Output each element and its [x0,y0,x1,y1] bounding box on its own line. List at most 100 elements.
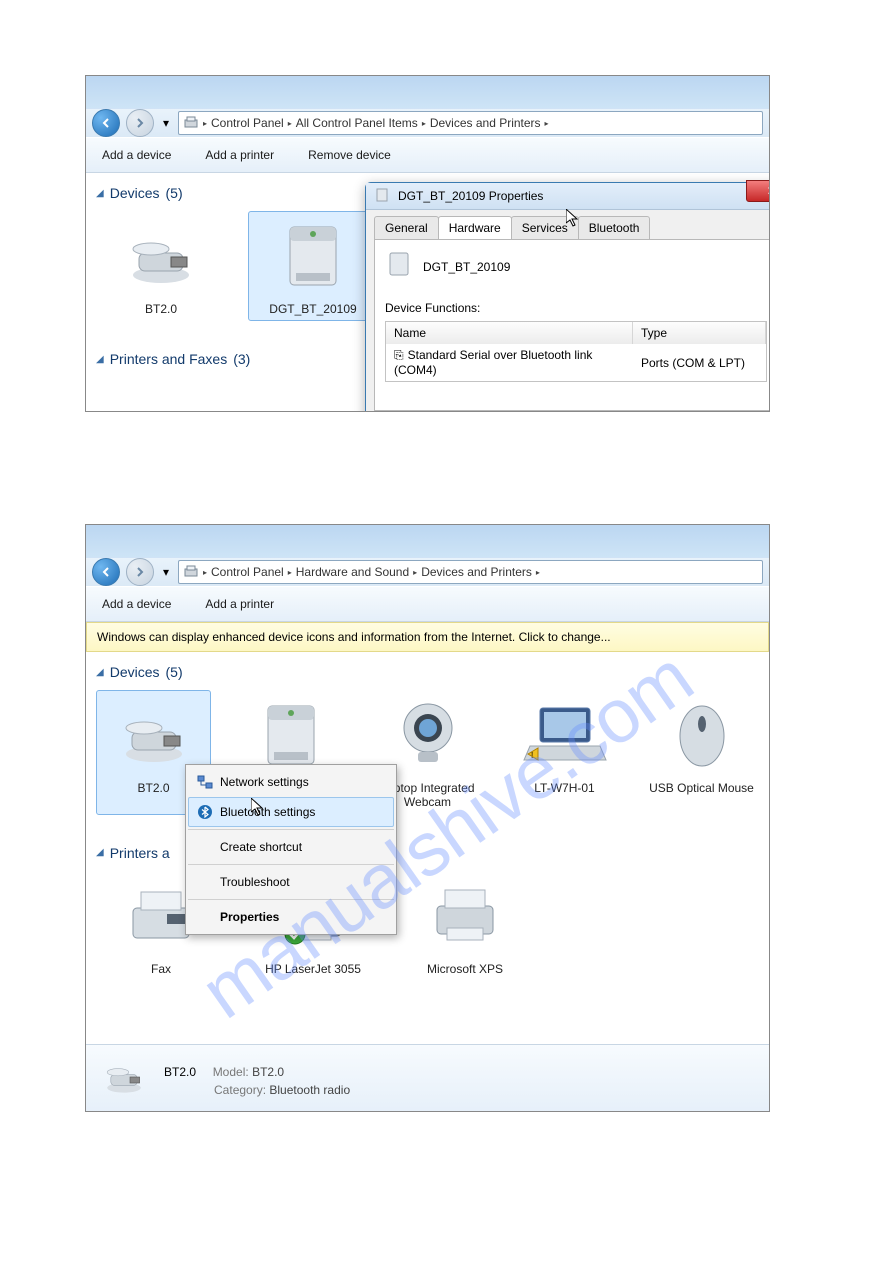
chevron-right-icon: ▸ [422,119,426,128]
section-count: (3) [233,351,250,367]
port-icon: ⎘ [394,348,404,362]
back-button[interactable] [92,109,120,137]
screenshot-2: ▾ ▸ Control Panel ▸ Hardware and Sound ▸… [85,524,770,1112]
tab-strip: General Hardware Services Bluetooth [366,210,770,239]
device-large-icon [385,250,413,283]
breadcrumb-item[interactable]: Control Panel [211,116,284,130]
row-name: Standard Serial over Bluetooth link (COM… [394,348,592,377]
category-label: Category: [214,1083,266,1097]
printer-icon [405,876,525,958]
laptop-icon: ! [512,695,617,777]
device-label: LT-W7H-01 [512,781,617,795]
menu-properties[interactable]: Properties [188,899,394,932]
chevron-right-icon: ▸ [203,568,207,577]
nav-history-dropdown[interactable]: ▾ [160,114,172,132]
svg-text:!: ! [531,751,533,760]
section-count: (5) [166,664,183,680]
section-title: Printers and Faxes [110,351,228,367]
tab-general[interactable]: General [374,216,439,239]
add-printer-button[interactable]: Add a printer [195,591,284,617]
section-title: Devices [110,664,160,680]
menu-label: Bluetooth settings [220,805,315,819]
menu-label: Troubleshoot [220,875,290,889]
detail-name: BT2.0 [164,1065,196,1079]
close-button[interactable]: ✕ [746,180,770,202]
device-item-mouse[interactable]: USB Optical Mouse [644,690,759,815]
add-printer-button[interactable]: Add a printer [195,142,284,168]
printer-label: Fax [101,962,221,976]
printer-label: Microsoft XPS [405,962,525,976]
forward-button[interactable] [126,109,154,137]
forward-button[interactable] [126,558,154,586]
chevron-right-icon: ▸ [203,119,207,128]
dialog-titlebar[interactable]: DGT_BT_20109 Properties [366,183,770,210]
model-value: BT2.0 [252,1065,284,1079]
breadcrumb-item[interactable]: Devices and Printers [421,565,532,579]
back-button[interactable] [92,558,120,586]
tab-bluetooth[interactable]: Bluetooth [578,216,651,239]
printer-label: HP LaserJet 3055 [253,962,373,976]
nav-history-dropdown[interactable]: ▾ [160,563,172,581]
info-bar[interactable]: Windows can display enhanced device icon… [86,622,769,652]
screenshot-1: ▾ ▸ Control Panel ▸ All Control Panel It… [85,75,770,412]
device-label: DGT_BT_20109 [253,302,373,316]
menu-network-settings[interactable]: Network settings [188,767,394,797]
device-functions-label: Device Functions: [385,301,767,315]
category-value: Bluetooth radio [269,1083,350,1097]
window-titlebar [86,525,769,558]
device-label: BT2.0 [101,302,221,316]
breadcrumb-item[interactable]: Hardware and Sound [296,565,409,579]
device-item-dgt[interactable]: DGT_BT_20109 [248,211,378,321]
collapse-arrow-icon: ◢ [96,847,104,858]
menu-bluetooth-settings[interactable]: Bluetooth settings [188,797,394,827]
add-device-button[interactable]: Add a device [92,142,181,168]
menu-label: Network settings [220,775,309,789]
mouse-icon [649,695,754,777]
breadcrumb-item[interactable]: Devices and Printers [430,116,541,130]
devices-section-header[interactable]: ◢ Devices (5) [96,664,759,680]
breadcrumb-item[interactable]: Control Panel [211,565,284,579]
collapse-arrow-icon: ◢ [96,188,104,199]
dialog-title: DGT_BT_20109 Properties [398,189,543,203]
tab-services[interactable]: Services [511,216,579,239]
properties-dialog: ✕ DGT_BT_20109 Properties General Hardwa… [365,182,770,412]
device-item-laptop[interactable]: ! LT-W7H-01 [507,690,622,815]
device-functions-table: Name Type ⎘Standard Serial over Bluetoot… [385,321,767,382]
column-header-type[interactable]: Type [633,322,766,344]
menu-create-shortcut[interactable]: Create shortcut [188,829,394,862]
column-header-name[interactable]: Name [386,322,633,344]
command-bar: Add a device Add a printer Remove device [86,137,769,173]
tab-hardware[interactable]: Hardware [438,216,512,239]
chevron-right-icon: ▸ [536,568,540,577]
breadcrumb-bar[interactable]: ▸ Control Panel ▸ All Control Panel Item… [178,111,763,135]
location-icon [183,564,199,580]
printer-item-xps[interactable]: Microsoft XPS [400,871,530,981]
device-label: USB Optical Mouse [649,781,754,795]
breadcrumb-bar[interactable]: ▸ Control Panel ▸ Hardware and Sound ▸ D… [178,560,763,584]
section-title: Printers a [110,845,170,861]
chevron-right-icon: ▸ [288,568,292,577]
table-row[interactable]: ⎘Standard Serial over Bluetooth link (CO… [386,344,766,381]
device-item-bt20[interactable]: BT2.0 [96,211,226,321]
row-type: Ports (COM & LPT) [633,344,766,381]
breadcrumb-item[interactable]: All Control Panel Items [296,116,418,130]
location-icon [183,115,199,131]
window-titlebar [86,76,769,109]
bluetooth-dongle-icon [101,216,221,298]
device-name-text: DGT_BT_20109 [423,260,510,274]
tab-content: DGT_BT_20109 Device Functions: Name Type… [374,239,770,411]
dialog-icon [374,187,390,206]
model-label: Model: [213,1065,249,1079]
collapse-arrow-icon: ◢ [96,667,104,678]
section-count: (5) [166,185,183,201]
menu-troubleshoot[interactable]: Troubleshoot [188,864,394,897]
address-bar: ▾ ▸ Control Panel ▸ All Control Panel It… [86,109,769,137]
add-device-button[interactable]: Add a device [92,591,181,617]
remove-device-button[interactable]: Remove device [298,142,401,168]
section-title: Devices [110,185,160,201]
context-menu: Network settings Bluetooth settings Crea… [185,764,397,935]
details-pane: BT2.0 Model: BT2.0 Category: Bluetooth r… [86,1044,769,1112]
menu-label: Properties [220,910,279,924]
chevron-right-icon: ▸ [288,119,292,128]
device-box-icon [253,216,373,298]
